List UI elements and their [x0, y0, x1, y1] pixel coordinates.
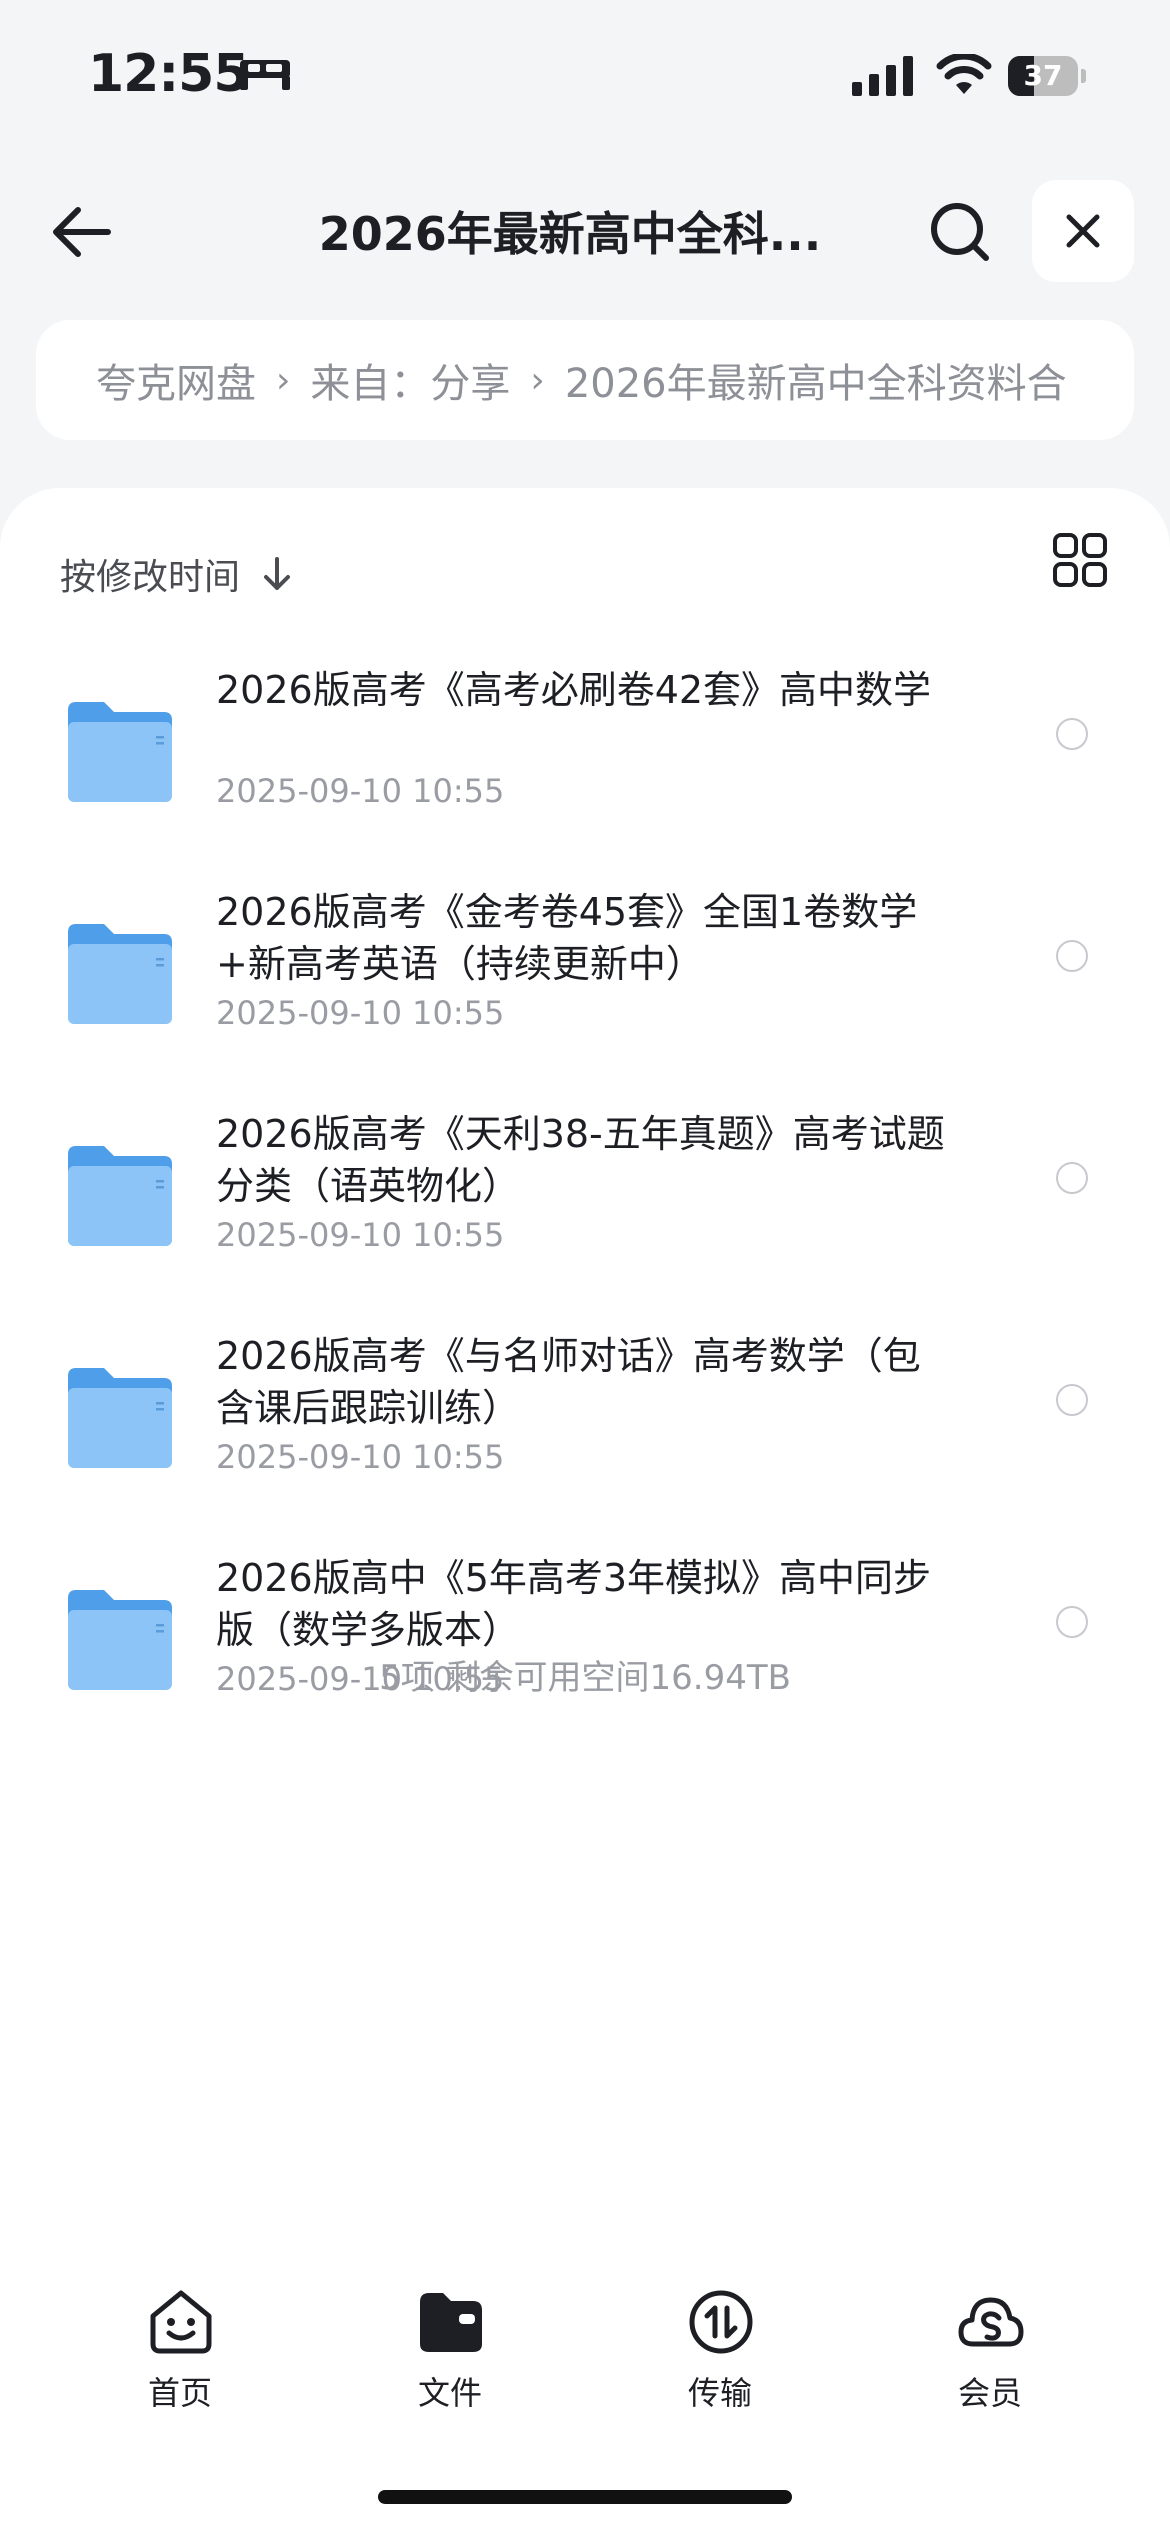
storage-summary: 5项 剩余可用空间16.94TB — [379, 1658, 791, 1698]
file-name: 2026版高考《金考卷45套》全国1卷数学+新高考英语（持续更新中） — [216, 890, 918, 986]
arrow-left-icon — [53, 207, 111, 257]
back-button[interactable] — [40, 190, 124, 274]
sleep-mode-icon — [240, 60, 290, 90]
select-radio[interactable] — [1056, 940, 1088, 972]
file-date: 2025-09-10 10:55 — [216, 1438, 505, 1476]
tab-label: 会员 — [957, 2374, 1022, 2412]
sort-label: 按修改时间 — [60, 557, 241, 598]
status-bar: 12:55 37 — [0, 0, 1170, 150]
file-name: 2026版高考《与名师对话》高考数学（包含课后跟踪训练） — [216, 1334, 921, 1430]
file-date: 2025-09-10 10:55 — [216, 772, 505, 810]
battery-percent: 37 — [1023, 59, 1063, 92]
cloud-vip-icon — [958, 2297, 1024, 2347]
select-radio[interactable] — [1056, 1384, 1088, 1416]
select-radio[interactable] — [1056, 718, 1088, 750]
tab-label: 传输 — [687, 2374, 752, 2412]
close-icon — [1066, 214, 1100, 248]
file-name: 2026版高中《5年高考3年模拟》高中同步版（数学多版本） — [216, 1556, 932, 1652]
tab-vip[interactable]: 会员 — [855, 2270, 1125, 2430]
transfer-icon — [689, 2290, 753, 2354]
page-title: 2026年最新高中全科... — [318, 207, 822, 261]
tab-transfer[interactable]: 传输 — [585, 2270, 855, 2430]
chevron-right-icon: › — [530, 359, 545, 401]
breadcrumb-item-share[interactable]: 来自：分享 — [310, 351, 510, 409]
arrow-down-icon — [264, 557, 291, 590]
search-icon — [931, 203, 989, 261]
breadcrumb-item-root[interactable]: 夸克网盘 — [96, 351, 256, 409]
tab-label: 首页 — [147, 2374, 212, 2412]
folder-icon — [68, 702, 172, 802]
chevron-right-icon: › — [276, 359, 291, 401]
file-name: 2026版高考《高考必刷卷42套》高中数学 — [216, 668, 932, 712]
wifi-icon — [936, 54, 992, 94]
file-list: 2026版高考《高考必刷卷42套》高中数学 2025-09-10 10:55 2… — [0, 648, 1170, 1758]
sort-button[interactable]: 按修改时间 — [60, 546, 292, 602]
tab-label: 文件 — [417, 2374, 482, 2412]
list-item[interactable]: 2026版高考《高考必刷卷42套》高中数学 2025-09-10 10:55 — [0, 648, 1170, 870]
folder-icon — [68, 924, 172, 1024]
file-name: 2026版高考《天利38-五年真题》高考试题分类（语英物化） — [216, 1112, 945, 1208]
file-panel: 按修改时间 2026版高考《高考必刷卷42套》高中数学 2025-09-10 1… — [0, 488, 1170, 2532]
search-button[interactable] — [918, 190, 1002, 274]
folder-icon — [68, 1146, 172, 1246]
list-item[interactable]: 2026版高考《金考卷45套》全国1卷数学+新高考英语（持续更新中） 2025-… — [0, 870, 1170, 1092]
breadcrumb: 夸克网盘 › 来自：分享 › 2026年最新高中全科资料合 — [36, 320, 1134, 440]
folder-icon — [420, 2293, 482, 2352]
list-item[interactable]: 2026版高考《天利38-五年真题》高考试题分类（语英物化） 2025-09-1… — [0, 1092, 1170, 1314]
grid-view-icon[interactable] — [1052, 532, 1108, 588]
close-button[interactable] — [1032, 180, 1134, 282]
tab-files[interactable]: 文件 — [315, 2270, 585, 2430]
list-item[interactable]: 2026版高考《与名师对话》高考数学（包含课后跟踪训练） 2025-09-10 … — [0, 1314, 1170, 1536]
tab-home[interactable]: 首页 — [45, 2270, 315, 2430]
select-radio[interactable] — [1056, 1606, 1088, 1638]
cellular-signal-icon — [852, 56, 913, 96]
file-date: 2025-09-10 10:55 — [216, 1216, 505, 1254]
battery-indicator: 37 — [1008, 56, 1086, 96]
tab-bar: 首页 文件 传输 会员 — [0, 2270, 1170, 2430]
home-indicator — [378, 2490, 792, 2504]
file-date: 2025-09-10 10:55 — [216, 994, 505, 1032]
folder-icon — [68, 1368, 172, 1468]
home-face-icon — [150, 2290, 212, 2354]
breadcrumb-item-current[interactable]: 2026年最新高中全科资料合 — [565, 351, 1067, 409]
status-time: 12:55 — [88, 44, 250, 104]
list-item[interactable]: 2026版高中《5年高考3年模拟》高中同步版（数学多版本） 2025-09-10… — [0, 1536, 1170, 1758]
select-radio[interactable] — [1056, 1162, 1088, 1194]
